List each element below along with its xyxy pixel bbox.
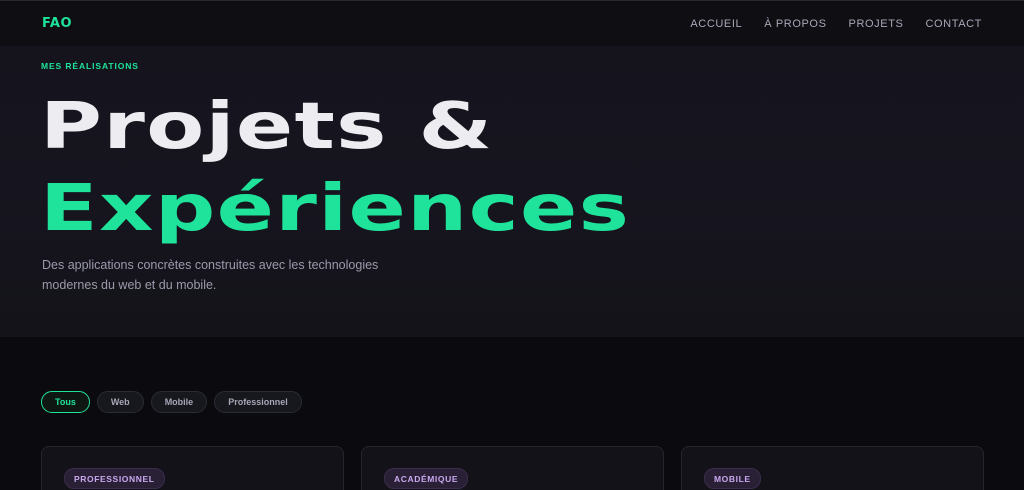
project-card[interactable]: PROFESSIONNEL bbox=[41, 446, 344, 490]
category-badge: PROFESSIONNEL bbox=[64, 468, 165, 489]
filter-tous[interactable]: Tous bbox=[41, 391, 90, 413]
hero-eyebrow: MES RÉALISATIONS bbox=[41, 61, 139, 71]
nav-link-accueil[interactable]: ACCUEIL bbox=[690, 18, 742, 30]
project-card[interactable]: ACADÉMIQUE bbox=[361, 446, 664, 490]
category-badge: MOBILE bbox=[704, 468, 761, 489]
hero-subtitle: Des applications concrètes construites a… bbox=[42, 258, 379, 292]
filter-professionnel[interactable]: Professionnel bbox=[214, 391, 302, 413]
nav-links: ACCUEIL À PROPOS PROJETS CONTACT bbox=[690, 18, 982, 30]
project-card[interactable]: MOBILE bbox=[681, 446, 984, 490]
nav-link-contact[interactable]: CONTACT bbox=[925, 18, 982, 30]
filter-bar: Tous Web Mobile Professionnel bbox=[41, 391, 302, 413]
nav-link-a-propos[interactable]: À PROPOS bbox=[764, 18, 826, 30]
hero-section: MES RÉALISATIONS Projets & Expériences D… bbox=[0, 46, 1024, 337]
filter-mobile[interactable]: Mobile bbox=[150, 391, 208, 413]
logo[interactable]: FAO bbox=[42, 16, 72, 31]
project-cards: PROFESSIONNEL ACADÉMIQUE MOBILE bbox=[41, 446, 984, 490]
page-title: Projets & Expériences bbox=[40, 86, 630, 250]
filter-web[interactable]: Web bbox=[96, 391, 144, 413]
title-line-1: Projets & bbox=[40, 90, 494, 164]
nav-link-projets[interactable]: PROJETS bbox=[849, 18, 904, 30]
navbar: FAO ACCUEIL À PROPOS PROJETS CONTACT bbox=[0, 1, 1024, 46]
title-line-2: Expériences bbox=[40, 172, 631, 246]
category-badge: ACADÉMIQUE bbox=[384, 468, 469, 489]
